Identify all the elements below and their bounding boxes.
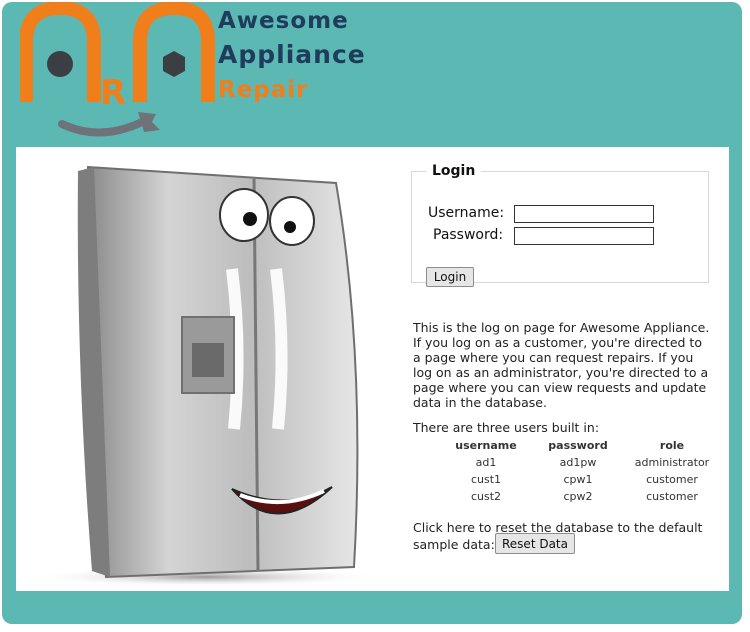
cell-password: cpw2 xyxy=(563,490,593,503)
users-table: username password role ad1 ad1pw adminis… xyxy=(436,437,724,505)
users-intro: There are three users built in: xyxy=(413,420,600,435)
table-row: ad1 ad1pw administrator xyxy=(436,454,724,471)
login-form: Login Username: Password: Login xyxy=(411,163,709,287)
table-row: cust1 cpw1 customer xyxy=(436,471,724,488)
ara-logo-graphic: R xyxy=(19,0,215,137)
svg-text:R: R xyxy=(100,73,126,113)
cell-username: ad1 xyxy=(475,456,497,469)
header-password: password xyxy=(548,439,608,452)
cell-role: customer xyxy=(646,490,698,503)
cell-role: customer xyxy=(646,473,698,486)
wrench-icon xyxy=(58,112,160,137)
brand-line-2: Appliance xyxy=(218,40,366,69)
table-row: cust2 cpw2 customer xyxy=(436,488,724,505)
cell-username: cust1 xyxy=(470,473,502,486)
cell-password: ad1pw xyxy=(559,456,597,469)
main-panel: Login Username: Password: Login This is … xyxy=(16,147,729,591)
reset-data-button[interactable]: Reset Data xyxy=(495,533,575,554)
page-description: This is the log on page for Awesome Appl… xyxy=(413,320,710,410)
site-logo: R Awesome Appliance Repair xyxy=(19,0,380,144)
header-role: role xyxy=(659,439,685,452)
cell-password: cpw1 xyxy=(563,473,593,486)
password-input[interactable] xyxy=(514,227,654,245)
cell-username: cust2 xyxy=(470,490,502,503)
cell-role: administrator xyxy=(634,456,710,469)
brand-line-3: Repair xyxy=(218,77,309,103)
username-input[interactable] xyxy=(514,205,654,223)
fridge-mascot-illustration xyxy=(36,165,376,584)
login-legend: Login xyxy=(432,163,476,179)
username-label: Username: xyxy=(428,205,505,221)
header-username: username xyxy=(455,439,517,452)
password-label: Password: xyxy=(433,227,504,243)
brand-line-1: Awesome xyxy=(218,8,349,34)
login-button[interactable]: Login xyxy=(426,267,474,287)
users-table-header: username password role xyxy=(436,437,724,454)
